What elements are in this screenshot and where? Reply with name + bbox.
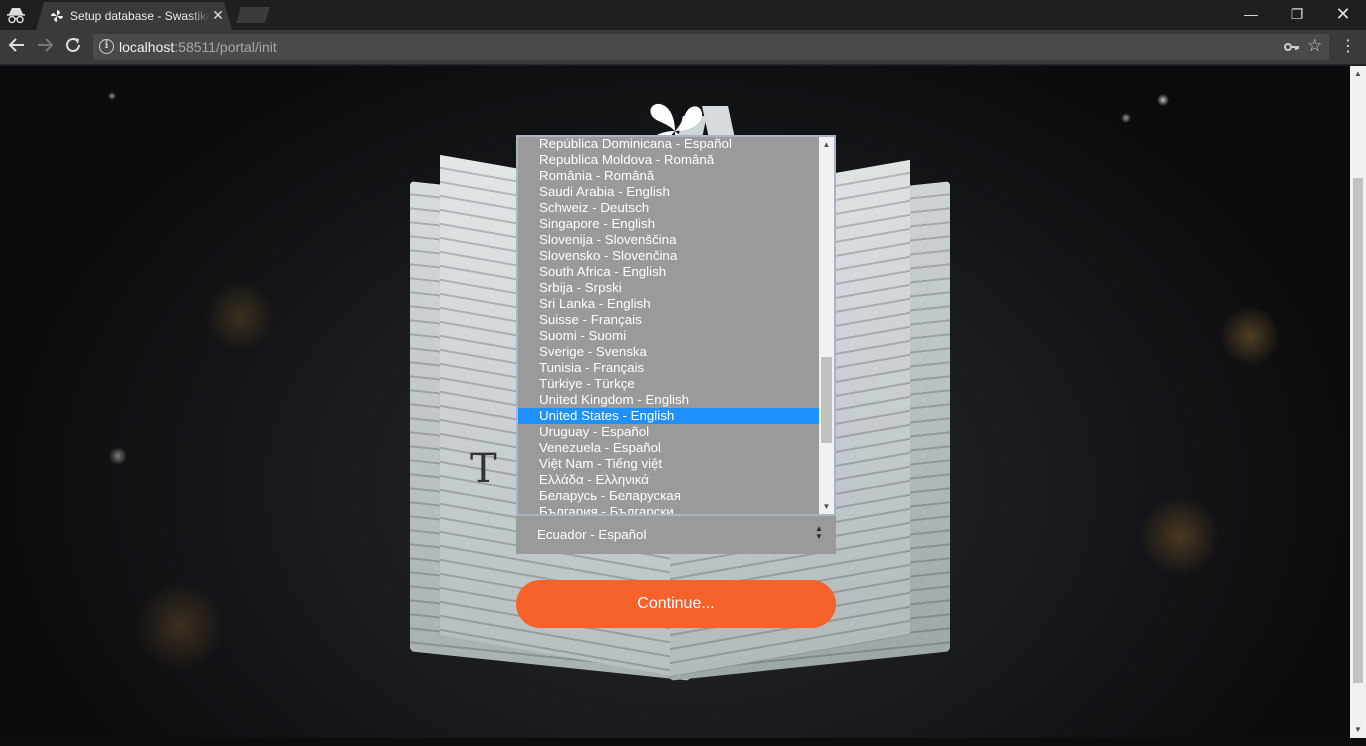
culture-option[interactable]: Saudi Arabia - English [518,184,819,200]
close-tab-icon[interactable]: ✕ [210,6,226,24]
listbox-scrollbar[interactable]: ▲ ▼ [819,137,834,514]
culture-option[interactable]: South Africa - English [518,264,819,280]
culture-option[interactable]: Suisse - Français [518,312,819,328]
reload-icon[interactable] [61,36,85,58]
culture-option[interactable]: Беларусь - Беларуская [518,488,819,504]
culture-option[interactable]: Türkiye - Türkçe [518,376,819,392]
star-icon[interactable]: ☆ [1307,36,1325,56]
culture-option[interactable]: Suomi - Suomi [518,328,819,344]
culture-option[interactable]: United Kingdom - English [518,392,819,408]
select-updown-arrows-icon: ▲ ▼ [815,524,823,541]
culture-option[interactable]: Ελλάδα - Ελληνικά [518,472,819,488]
page-scrollbar[interactable]: ▲ ▼ [1350,66,1366,738]
culture-option[interactable]: United States - English [518,408,819,424]
culture-select[interactable]: Ecuador - Español ▲ ▼ [516,516,836,554]
culture-option[interactable]: Slovensko - Slovenčina [518,248,819,264]
url-path: :58511/portal/init [174,39,277,55]
culture-listbox[interactable]: República Dominicana - Español Republica … [516,135,836,516]
listbox-scroll-thumb[interactable] [821,357,832,443]
page-scroll-down-icon[interactable]: ▼ [1350,722,1366,738]
kebab-menu-icon[interactable]: ⋮ [1338,36,1358,58]
close-window-icon[interactable]: ✕ [1320,0,1366,30]
culture-option[interactable]: Việt Nam - Tiếng việt [518,456,819,472]
restore-icon[interactable]: ❐ [1274,0,1320,30]
browser-tab[interactable]: Setup database - Swastika ✕ [36,2,232,30]
culture-option[interactable]: Republica Moldova - Română [518,152,819,168]
culture-option[interactable]: Singapore - English [518,216,819,232]
tab-title: Setup database - Swastika [70,9,210,23]
book-dropcap: T [470,446,497,492]
culture-option[interactable]: Schweiz - Deutsch [518,200,819,216]
browser-titlebar: Setup database - Swastika ✕ — ❐ ✕ [0,0,1366,30]
culture-option[interactable]: Venezuela - Español [518,440,819,456]
scroll-up-arrow-icon[interactable]: ▲ [819,137,834,152]
minimize-icon[interactable]: — [1228,0,1274,30]
arrow-left-icon[interactable] [5,36,29,58]
address-bar[interactable]: i localhost:58511/portal/init ☆ [93,34,1329,60]
culture-option[interactable]: България - Български [518,504,819,514]
arrow-right-icon[interactable] [33,36,57,58]
url-text[interactable]: localhost:58511/portal/init [119,39,277,55]
culture-option[interactable]: Sri Lanka - English [518,296,819,312]
culture-select-value: Ecuador - Español [537,527,647,542]
info-icon[interactable]: i [99,39,114,54]
page-scroll-up-icon[interactable]: ▲ [1350,66,1366,82]
culture-option[interactable]: República Dominicana - Español [518,137,819,152]
browser-toolbar: i localhost:58511/portal/init ☆ ⋮ [0,30,1366,65]
culture-option[interactable]: Tunisia - Français [518,360,819,376]
incognito-icon [6,6,26,24]
culture-option[interactable]: Uruguay - Español [518,424,819,440]
swirl-favicon-icon [50,9,64,23]
continue-button[interactable]: Continue... [516,580,836,628]
new-tab-button[interactable] [236,7,270,23]
scroll-down-arrow-icon[interactable]: ▼ [819,499,834,514]
page-scroll-thumb[interactable] [1353,178,1363,683]
culture-option[interactable]: Slovenija - Slovenščina [518,232,819,248]
url-host: localhost [119,39,175,55]
culture-option[interactable]: Srbija - Srpski [518,280,819,296]
os-taskbar [0,738,1366,746]
culture-option[interactable]: Sverige - Svenska [518,344,819,360]
culture-option[interactable]: România - Română [518,168,819,184]
key-icon[interactable] [1283,38,1301,56]
culture-listbox-options: República Dominicana - Español Republica … [518,137,819,514]
